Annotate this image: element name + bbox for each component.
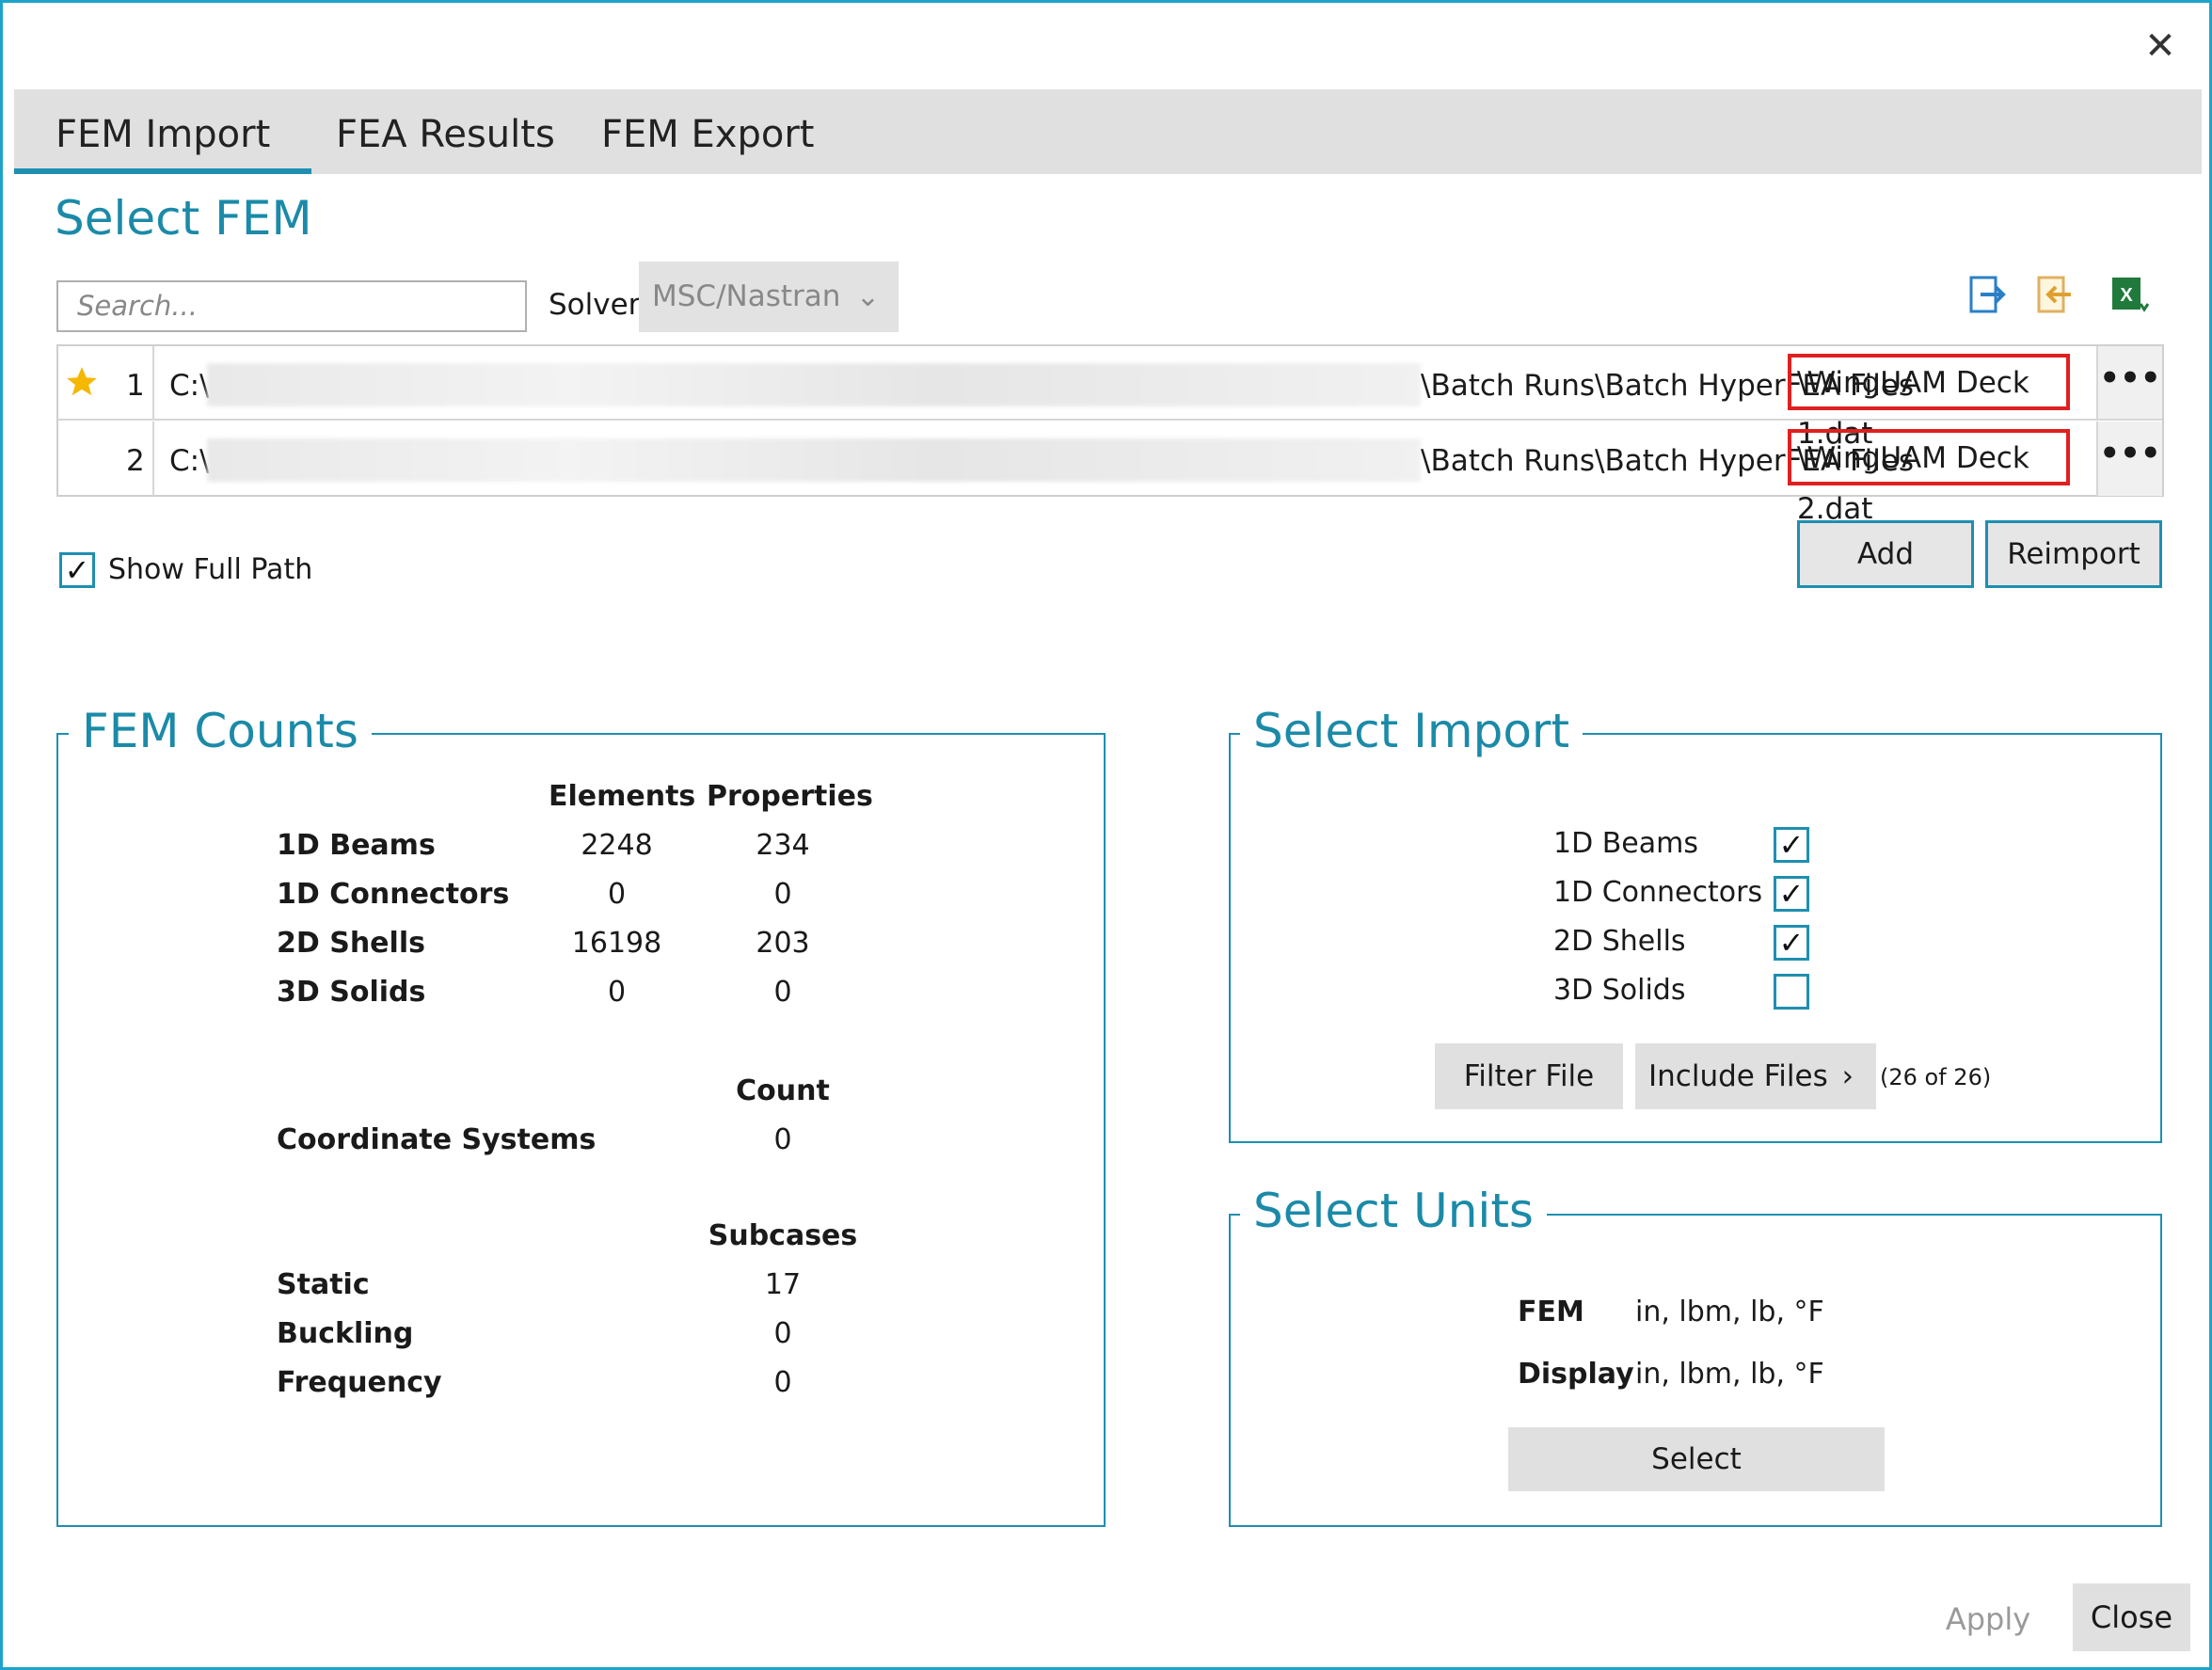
redacted-path	[207, 438, 1421, 482]
chevron-right-icon: ›	[1841, 1059, 1854, 1093]
properties-value: 0	[773, 976, 792, 1009]
display-units-label: Display	[1518, 1358, 1634, 1391]
import-2d-shells-checkbox[interactable]: ✓	[1774, 925, 1809, 961]
count-row-label: 1D Connectors	[277, 878, 510, 911]
include-files-label: Include Files	[1648, 1059, 1828, 1093]
display-units-value: in, lbm, lb, °F	[1635, 1358, 1824, 1391]
import-1d-beams-checkbox[interactable]: ✓	[1774, 827, 1809, 863]
import-option-label: 2D Shells	[1553, 925, 1686, 958]
elements-value: 2248	[581, 829, 653, 862]
reimport-button[interactable]: Reimport	[1985, 520, 2162, 588]
file-index: 2	[126, 444, 145, 478]
divider	[152, 346, 154, 419]
subcase-label: Frequency	[277, 1366, 442, 1399]
fem-counts-title: FEM Counts	[69, 704, 372, 758]
properties-value: 0	[773, 878, 792, 911]
file-index: 1	[126, 369, 145, 403]
tab-bar: FEM Import FEA Results FEM Export	[14, 89, 2202, 174]
import-1d-connectors-checkbox[interactable]: ✓	[1774, 876, 1809, 912]
import-option-label: 1D Beams	[1553, 827, 1698, 860]
solver-label: Solver	[549, 288, 641, 322]
fem-units-value: in, lbm, lb, °F	[1635, 1296, 1824, 1328]
subcase-label: Buckling	[277, 1317, 414, 1350]
fem-units-label: FEM	[1518, 1296, 1584, 1328]
coordinate-systems-label: Coordinate Systems	[277, 1123, 597, 1156]
chevron-down-icon: ⌄	[855, 280, 880, 313]
subcases-header: Subcases	[708, 1219, 858, 1252]
tab-fem-import[interactable]: FEM Import	[14, 89, 312, 174]
filter-file-button[interactable]: Filter File	[1435, 1043, 1623, 1109]
subcase-value: 0	[773, 1317, 792, 1350]
show-full-path-label: Show Full Path	[108, 553, 313, 586]
select-import-title: Select Import	[1240, 704, 1583, 758]
excel-icon[interactable]: X	[2110, 274, 2152, 317]
file-row[interactable]: 2 C:\ \Batch Runs\Batch HyperFEA Files \…	[58, 421, 2162, 526]
redacted-path	[207, 363, 1421, 406]
close-icon[interactable]: ✕	[2138, 24, 2183, 69]
elements-value: 0	[607, 878, 627, 911]
elements-value: 16198	[571, 927, 662, 960]
tab-fem-export[interactable]: FEM Export	[560, 89, 855, 174]
file-name: \WingUAM Deck 1.dat	[1788, 354, 2070, 451]
import-3d-solids-checkbox[interactable]	[1774, 974, 1809, 1010]
more-options-icon[interactable]: •••	[2096, 421, 2162, 496]
count-row-label: 3D Solids	[277, 976, 426, 1009]
coordinate-systems-value: 0	[773, 1123, 792, 1156]
file-drive: C:\	[169, 369, 210, 403]
tab-fea-results[interactable]: FEA Results	[294, 89, 597, 174]
fem-file-list: 1 C:\ \Batch Runs\Batch HyperFEA Files \…	[56, 344, 2164, 526]
subcase-label: Static	[277, 1268, 370, 1301]
apply-button[interactable]: Apply	[1932, 1593, 2045, 1646]
fem-import-dialog: ✕ FEM Import FEA Results FEM Export Sele…	[0, 0, 2212, 1670]
svg-text:X: X	[2120, 285, 2133, 306]
file-row[interactable]: 1 C:\ \Batch Runs\Batch HyperFEA Files \…	[58, 346, 2162, 451]
select-fem-title: Select FEM	[55, 191, 312, 246]
properties-header: Properties	[707, 780, 873, 813]
elements-header: Elements	[549, 780, 696, 813]
count-header: Count	[736, 1074, 830, 1107]
import-icon[interactable]	[2035, 274, 2077, 317]
solver-value: MSC/Nastran	[652, 279, 841, 313]
more-options-icon[interactable]: •••	[2096, 346, 2162, 419]
include-files-button[interactable]: Include Files ›	[1635, 1043, 1876, 1109]
file-name: \WingUAM Deck 2.dat	[1788, 429, 2070, 526]
add-button[interactable]: Add	[1797, 520, 1974, 588]
show-full-path-checkbox[interactable]: ✓	[59, 552, 95, 588]
subcase-value: 0	[773, 1366, 792, 1399]
count-row-label: 1D Beams	[277, 829, 436, 862]
properties-value: 234	[756, 829, 810, 862]
count-row-label: 2D Shells	[277, 927, 425, 960]
subcase-value: 17	[764, 1268, 802, 1301]
properties-value: 203	[756, 927, 810, 960]
import-option-label: 3D Solids	[1553, 974, 1686, 1007]
export-icon[interactable]	[1967, 274, 2009, 317]
close-button[interactable]: Close	[2073, 1583, 2190, 1651]
select-units-title: Select Units	[1240, 1184, 1547, 1238]
solver-dropdown[interactable]: MSC/Nastran ⌄	[639, 262, 899, 332]
search-input[interactable]: Search...	[56, 280, 527, 332]
file-drive: C:\	[169, 444, 210, 478]
include-files-count: (26 of 26)	[1880, 1064, 1992, 1090]
divider	[152, 421, 154, 496]
elements-value: 0	[607, 976, 627, 1009]
select-units-button[interactable]: Select	[1508, 1427, 1885, 1491]
import-option-label: 1D Connectors	[1553, 876, 1763, 909]
star-icon[interactable]	[64, 363, 100, 401]
